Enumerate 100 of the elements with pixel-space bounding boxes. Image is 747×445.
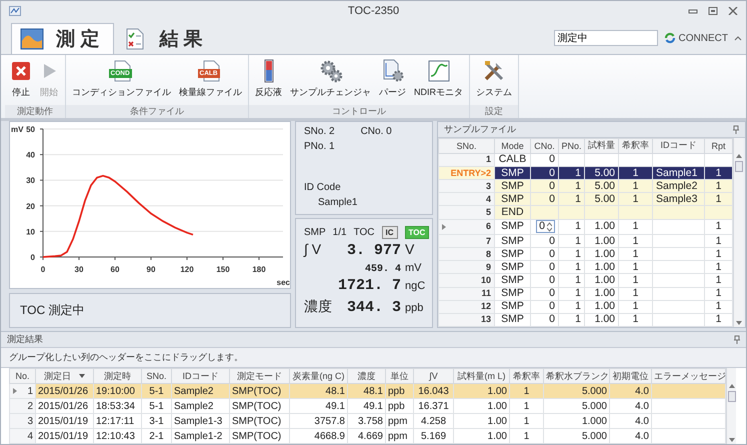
table-cell: SMP <box>494 260 530 274</box>
table-row[interactable]: 6 SMP 0 1 1.00 1 1 <box>438 219 732 234</box>
column-header[interactable]: Rpt <box>704 138 732 154</box>
table-cell: 1 <box>510 398 544 414</box>
table-cell: 1 <box>10 384 36 399</box>
close-icon[interactable] <box>728 7 738 16</box>
column-header[interactable]: Mode <box>494 138 530 154</box>
table-cell <box>652 219 704 234</box>
table-row[interactable]: 1 2015/01/26 19:10:00 5-1 Sample2 SMP(TOC) 48.1 48.1 ppb 16.043 1.00 1 5.000 4.0 <box>10 384 726 399</box>
scroll-up-icon[interactable] <box>736 154 742 158</box>
table-cell: SMP(TOC) <box>230 414 290 429</box>
tick-label: 90 <box>146 264 156 274</box>
column-header[interactable]: 単位 <box>386 368 414 384</box>
table-cell: 1 <box>618 313 652 327</box>
table-row[interactable]: 3 SMP 0 1 5.00 1 Sample2 1 <box>438 180 732 193</box>
table-row[interactable]: 4 SMP 0 1 5.00 1 Sample3 1 <box>438 192 732 206</box>
group-hint: グループ化したい列のヘッダーをここにドラッグします。 <box>9 351 243 364</box>
ribbon-button[interactable]: サンプルチェンジャ <box>287 57 374 105</box>
table-row[interactable]: 13 SMP 0 1 1.00 1 1 <box>438 313 732 327</box>
column-header[interactable]: PNo. <box>558 138 584 154</box>
table-row[interactable]: 5 END <box>438 206 732 220</box>
table-cell: 5-1 <box>142 384 172 399</box>
table-cell: ppb <box>386 398 414 414</box>
table-cell: 12 <box>438 300 494 314</box>
scroll-up-icon[interactable] <box>728 384 734 388</box>
column-header[interactable]: エラーメッセージ <box>652 368 726 384</box>
column-header[interactable]: 測定モード <box>230 368 290 384</box>
table-row[interactable]: ENTRY>2 SMP 0 1 5.00 1 Sample1 1 <box>438 166 732 180</box>
table-cell: 48.1 <box>348 384 386 399</box>
ribbon-button[interactable]: 停止 <box>8 57 34 105</box>
carbon-value: 1721. 7 <box>338 276 401 294</box>
pin-icon[interactable] <box>734 335 740 344</box>
table-cell: Sample1 <box>652 166 704 180</box>
column-header[interactable]: 初期電位 <box>610 368 652 384</box>
table-row[interactable]: 2 2015/01/26 18:53:34 5-1 Sample2 SMP(TOC) 49.1 49.1 ppb 16.371 1.00 1 5.000 4.0 <box>10 398 726 414</box>
spin-field[interactable]: 0 <box>536 220 555 234</box>
column-header[interactable]: No. <box>10 368 36 384</box>
table-row[interactable]: 12 SMP 0 1 1.00 1 1 <box>438 300 732 314</box>
tick-label: 180 <box>252 264 266 274</box>
table-cell: 4.0 <box>610 414 652 429</box>
scrollbar[interactable] <box>733 138 743 328</box>
maximize-icon[interactable] <box>708 7 718 16</box>
column-header[interactable]: 濃度 <box>348 368 386 384</box>
column-header[interactable]: 希釈率 <box>618 138 652 154</box>
table-cell: 49.1 <box>290 398 348 414</box>
column-header[interactable]: 試料量(m L) <box>454 368 510 384</box>
spin-arrows-icon[interactable] <box>547 222 552 232</box>
column-header[interactable]: SNo. <box>438 138 494 154</box>
column-header[interactable]: 測定日 <box>36 368 94 384</box>
scroll-thumb[interactable] <box>728 391 736 402</box>
table-cell <box>652 300 704 314</box>
table-row[interactable]: 4 2015/01/19 12:10:43 2-1 Sample1-2 SMP(TOC) 4668.9 4.669 ppm 5.169 1.00 1 5.000 4.0 <box>10 428 726 444</box>
table-row[interactable]: 7 SMP 0 1 1.00 1 1 <box>438 234 732 248</box>
table-cell: 1.00 <box>454 428 510 444</box>
column-header[interactable]: 測定時 <box>94 368 142 384</box>
table-cell <box>652 206 704 220</box>
sort-icon <box>79 374 85 378</box>
scroll-down-icon[interactable] <box>728 438 734 444</box>
column-header[interactable]: IDコード <box>172 368 230 384</box>
ribbon-button[interactable]: NDIRモニタ <box>411 57 466 105</box>
tube-icon <box>262 59 274 84</box>
table-row[interactable]: 10 SMP 0 1 1.00 1 1 <box>438 274 732 287</box>
scroll-thumb[interactable] <box>734 160 742 172</box>
column-header[interactable]: SNo. <box>142 368 172 384</box>
column-header[interactable]: CNo. <box>530 138 558 154</box>
table-row[interactable]: 3 2015/01/19 12:17:11 3-1 Sample1-3 SMP(TOC) 3757.8 3.758 ppm 4.258 1.00 1 1.000 4.0 <box>10 414 726 429</box>
tab[interactable]: 結 果 <box>114 23 218 54</box>
group-label: 条件ファイル <box>66 104 248 118</box>
axis-label: mV <box>11 124 24 134</box>
column-header[interactable]: 炭素量(ng C) <box>290 368 348 384</box>
column-header[interactable]: 希釈水ブランク <box>544 368 610 384</box>
table-row[interactable]: 11 SMP 0 1 1.00 1 1 <box>438 287 732 300</box>
pin-icon[interactable] <box>733 124 739 134</box>
table-cell: 1 <box>618 287 652 300</box>
ribbon-button[interactable]: パージ <box>376 57 409 105</box>
table-cell: Sample2 <box>652 180 704 193</box>
ribbon-button[interactable]: 反応液 <box>252 57 285 105</box>
tab[interactable]: 測 定 <box>11 23 114 54</box>
table-cell: 5.000 <box>544 384 610 399</box>
table-row[interactable]: 9 SMP 0 1 1.00 1 1 <box>438 260 732 274</box>
column-header[interactable]: IDコード <box>652 138 704 154</box>
minimize-icon[interactable] <box>688 7 698 16</box>
count-text: 1/1 <box>332 227 347 238</box>
table-cell <box>652 274 704 287</box>
ribbon-button[interactable]: システム <box>473 57 515 105</box>
tick-label: 10 <box>26 226 35 236</box>
column-header[interactable]: ∫V <box>414 368 454 384</box>
collapse-icon[interactable] <box>734 35 742 42</box>
table-row[interactable]: 8 SMP 0 1 1.00 1 1 <box>438 248 732 261</box>
status-field[interactable]: 測定中 <box>554 30 658 46</box>
column-header[interactable]: 試料量 <box>584 138 618 154</box>
table-row[interactable]: 1 CALB 0 <box>438 153 732 167</box>
unit-label: V <box>405 240 416 257</box>
connect-button[interactable]: CONNECT <box>664 32 728 44</box>
sample-number: SNo. 2 <box>304 126 335 139</box>
scrollbar[interactable] <box>726 368 736 444</box>
scroll-down-icon[interactable] <box>736 321 742 328</box>
table-cell: 5.000 <box>544 428 610 444</box>
toggle-button[interactable]: IC <box>382 226 398 240</box>
column-header[interactable]: 希釈率 <box>510 368 544 384</box>
